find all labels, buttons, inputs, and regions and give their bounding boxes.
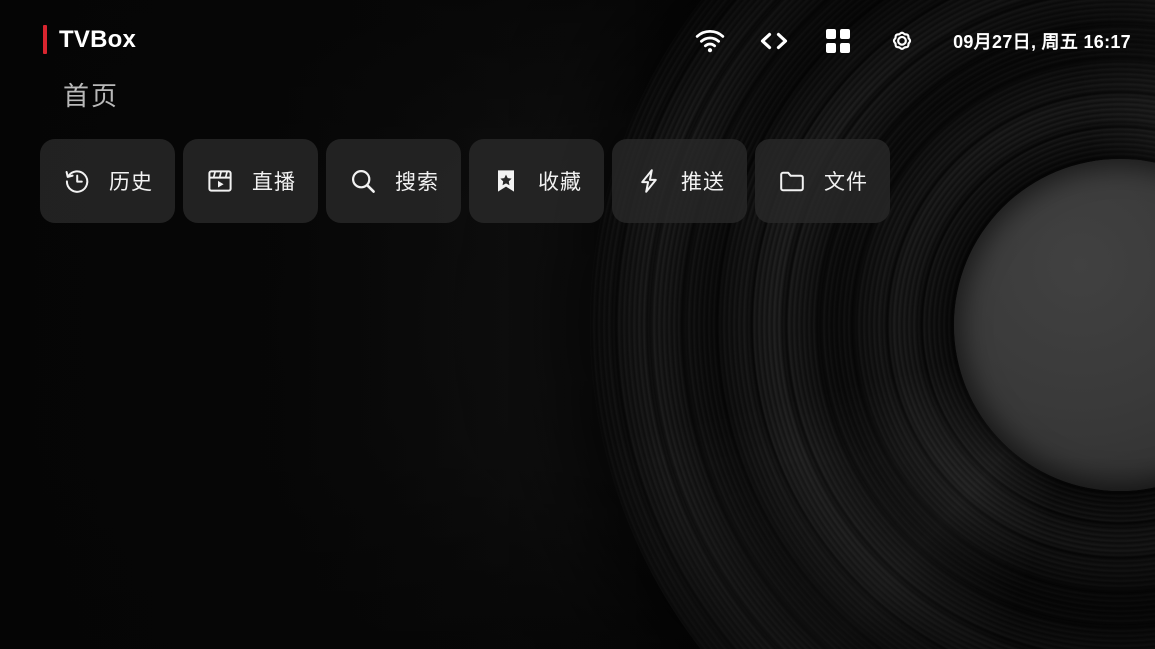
search-icon	[348, 166, 378, 196]
page-title: 首页	[63, 81, 120, 111]
status-bar: 09月27日, 周五 16:17	[691, 22, 1131, 60]
brand-name: TVBox	[59, 25, 137, 53]
date-time: 09月27日, 周五 16:17	[953, 32, 1131, 52]
folder-icon	[777, 166, 807, 196]
nav-button-label: 收藏	[538, 171, 582, 194]
nav-button-favorites[interactable]: 收藏	[469, 139, 604, 223]
brand-accent-bar	[43, 25, 47, 54]
nav-button-label: 搜索	[395, 171, 439, 194]
wifi-icon[interactable]	[691, 22, 729, 60]
nav-button-search[interactable]: 搜索	[326, 139, 461, 223]
nav-button-files[interactable]: 文件	[755, 139, 890, 223]
quick-nav-row: 历史 直播 搜索 收藏 推送 文件	[40, 139, 890, 223]
nav-button-label: 推送	[681, 171, 725, 194]
nav-button-history[interactable]: 历史	[40, 139, 175, 223]
nav-button-label: 历史	[109, 171, 153, 194]
nav-button-label: 直播	[252, 171, 296, 194]
brand-logo: TVBox	[43, 25, 136, 54]
nav-button-push[interactable]: 推送	[612, 139, 747, 223]
grid-apps-icon[interactable]	[819, 22, 857, 60]
clapperboard-play-icon	[205, 166, 235, 196]
gear-icon[interactable]	[883, 22, 921, 60]
bookmark-star-icon	[491, 166, 521, 196]
clock-rotate-left-icon	[62, 166, 92, 196]
nav-button-label: 文件	[824, 171, 868, 194]
lightning-bolt-icon	[634, 166, 664, 196]
code-brackets-icon[interactable]	[755, 22, 793, 60]
nav-button-live[interactable]: 直播	[183, 139, 318, 223]
